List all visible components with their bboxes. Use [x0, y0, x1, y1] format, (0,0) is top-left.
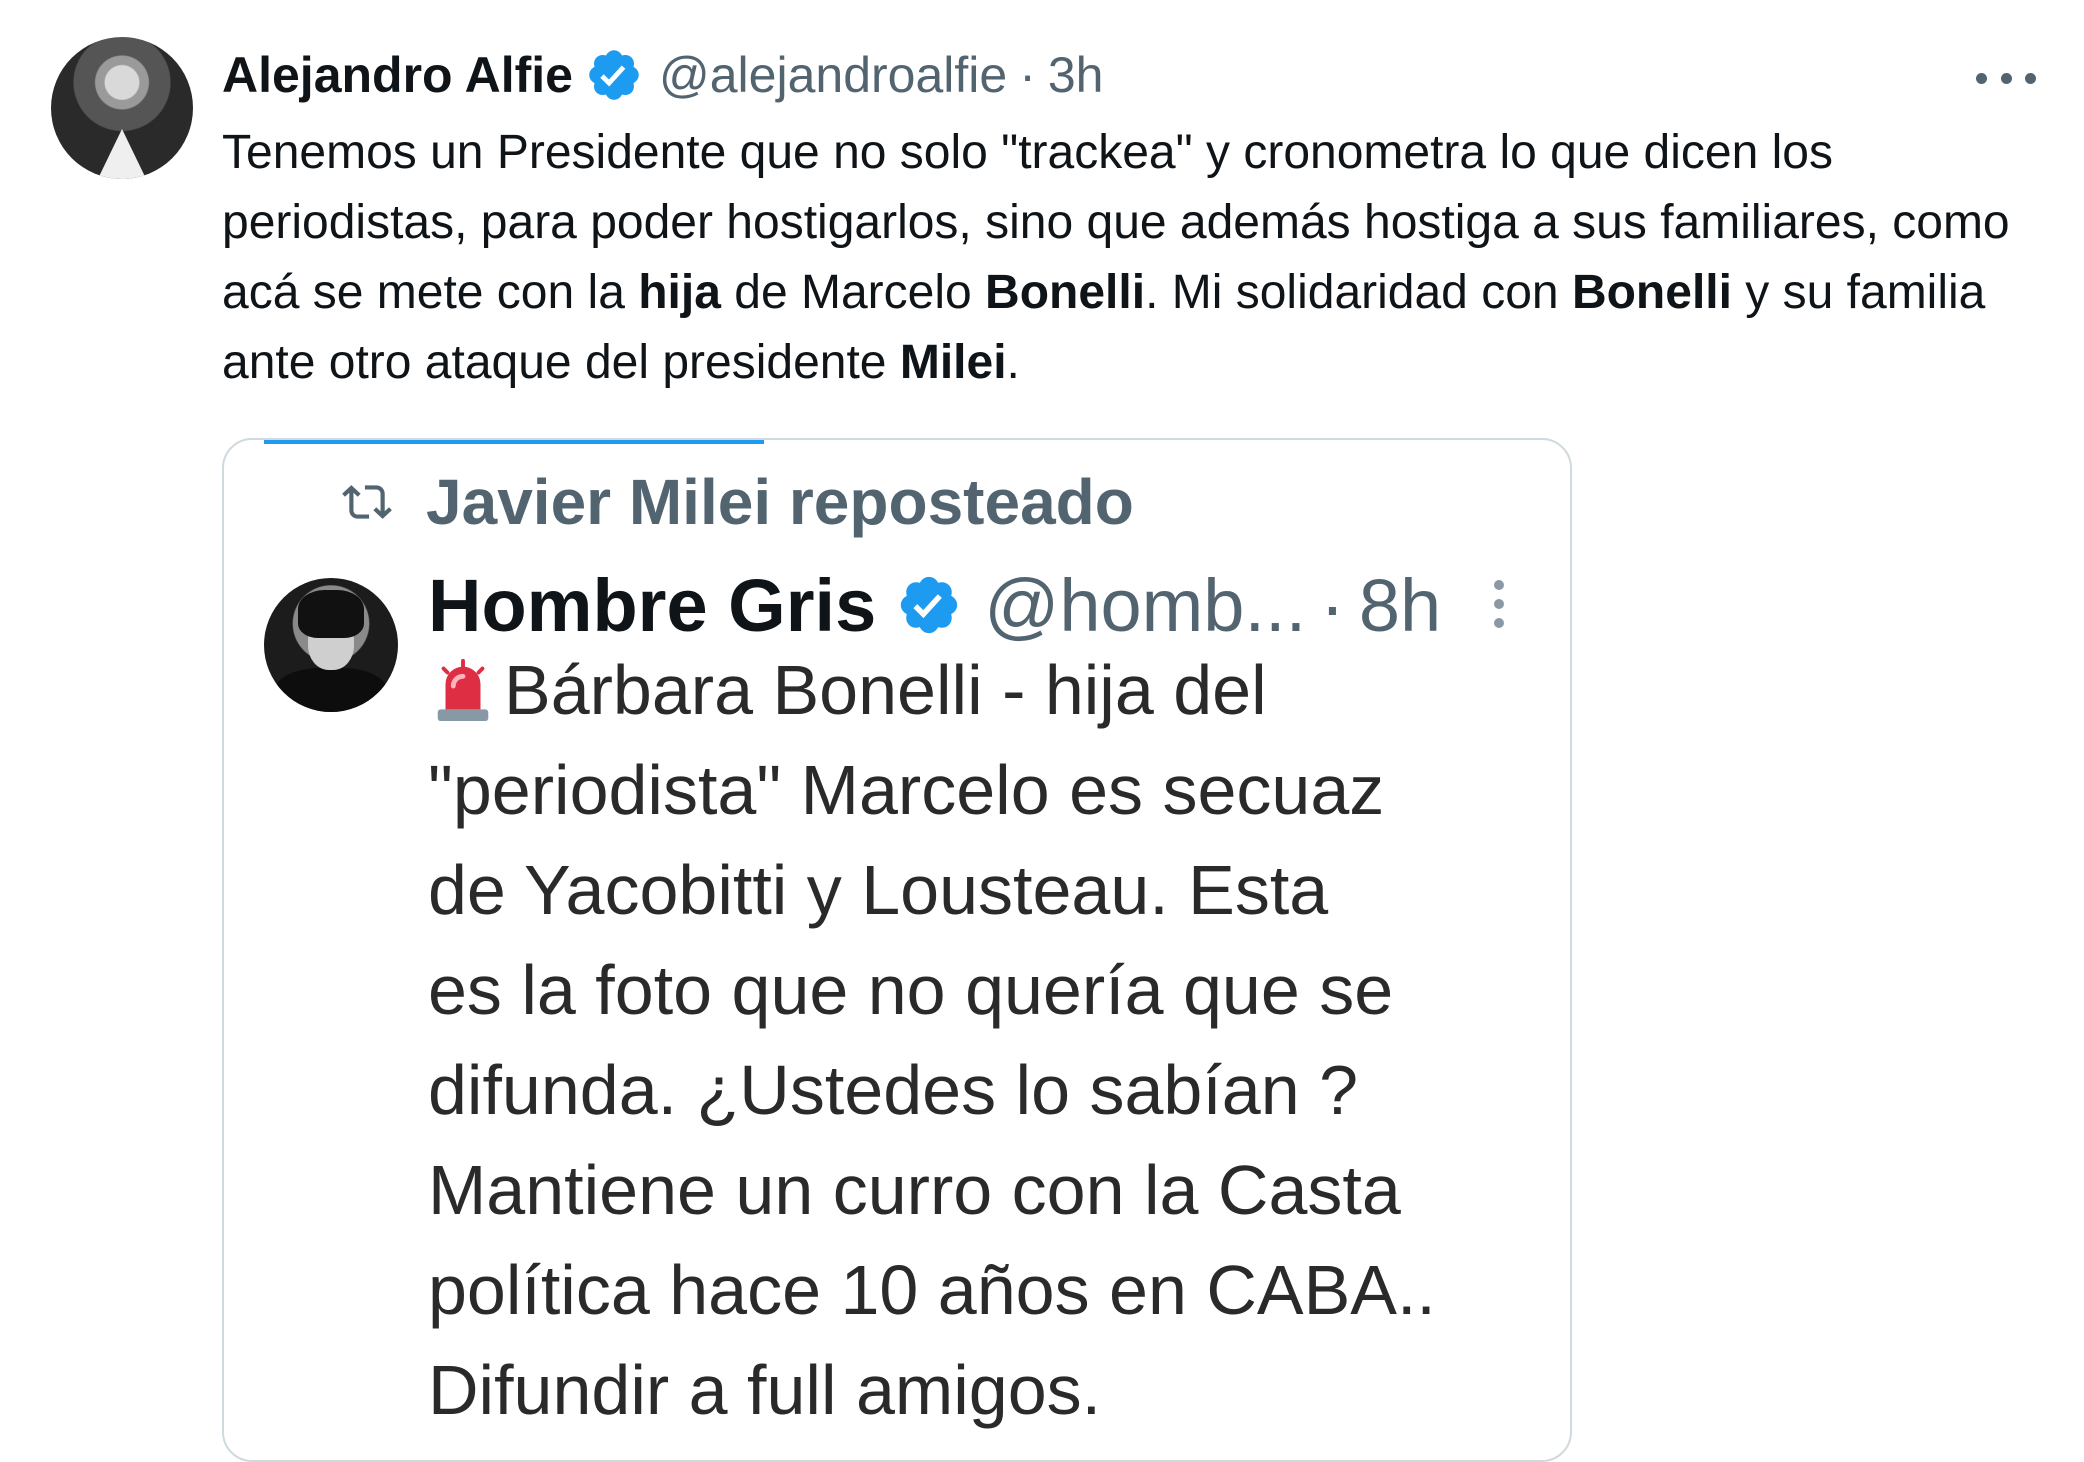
embedded-time: 8h	[1358, 563, 1442, 647]
tweet-text: Tenemos un Presidente que no solo "track…	[222, 126, 2010, 389]
repost-context: Javier Milei reposteado	[342, 462, 1134, 542]
tweet-time[interactable]: 3h	[1048, 46, 1104, 104]
siren-emoji-icon	[437, 658, 489, 722]
card-progress-bar	[264, 440, 764, 444]
repost-label: Javier Milei reposteado	[426, 466, 1134, 538]
verified-badge-icon	[589, 50, 639, 100]
author-avatar[interactable]	[51, 37, 193, 179]
author-name[interactable]: Alejandro Alfie	[222, 46, 573, 104]
more-options-icon[interactable]	[1976, 70, 2036, 86]
embedded-image-card[interactable]: Javier Milei reposteado Hombre Gris @hom…	[222, 438, 1572, 1462]
tweet-header: Alejandro Alfie @alejandroalfie · 3h	[222, 40, 1103, 110]
embedded-text-block: Bárbara Bonelli - hija del "periodista" …	[428, 640, 1548, 1440]
embedded-text: Bárbara Bonelli - hija del "periodista" …	[428, 651, 1436, 1429]
embedded-more-icon	[1494, 580, 1506, 628]
repost-icon	[342, 485, 392, 519]
embedded-author-avatar	[264, 578, 398, 712]
embedded-separator-dot: ·	[1320, 563, 1345, 647]
embedded-author-handle: @homb...	[984, 563, 1307, 647]
embedded-author-name: Hombre Gris	[428, 563, 877, 647]
verified-badge-icon	[901, 576, 958, 634]
author-handle[interactable]: @alejandroalfie	[659, 46, 1007, 104]
separator-dot: ·	[1019, 47, 1036, 103]
